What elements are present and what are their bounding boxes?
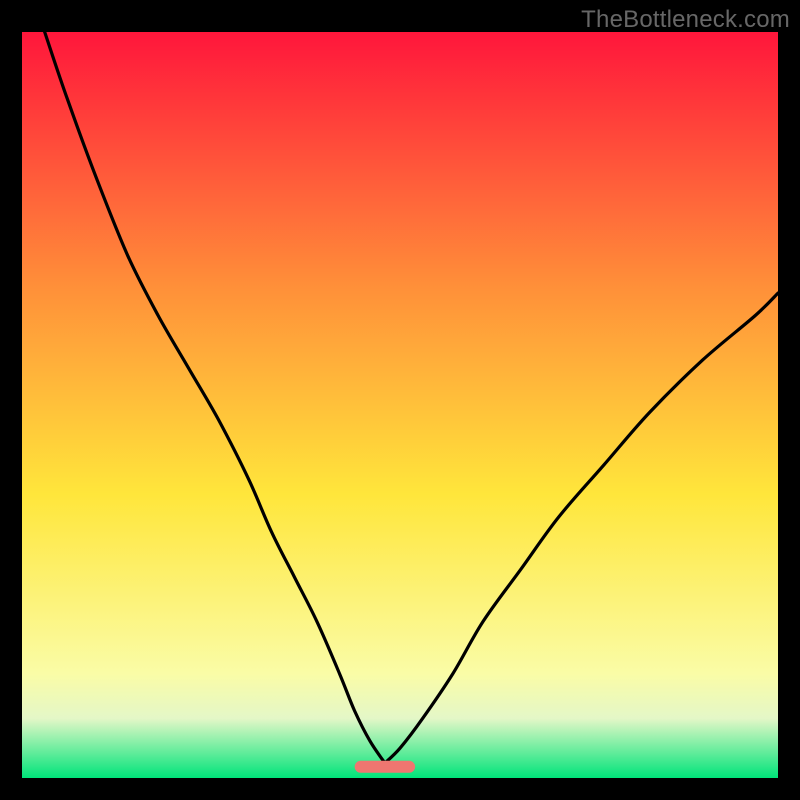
chart-frame: TheBottleneck.com: [0, 0, 800, 800]
optimal-marker: [355, 761, 415, 773]
watermark-text: TheBottleneck.com: [581, 6, 790, 34]
chart-background: [22, 32, 778, 778]
bottleneck-chart: [22, 32, 778, 778]
